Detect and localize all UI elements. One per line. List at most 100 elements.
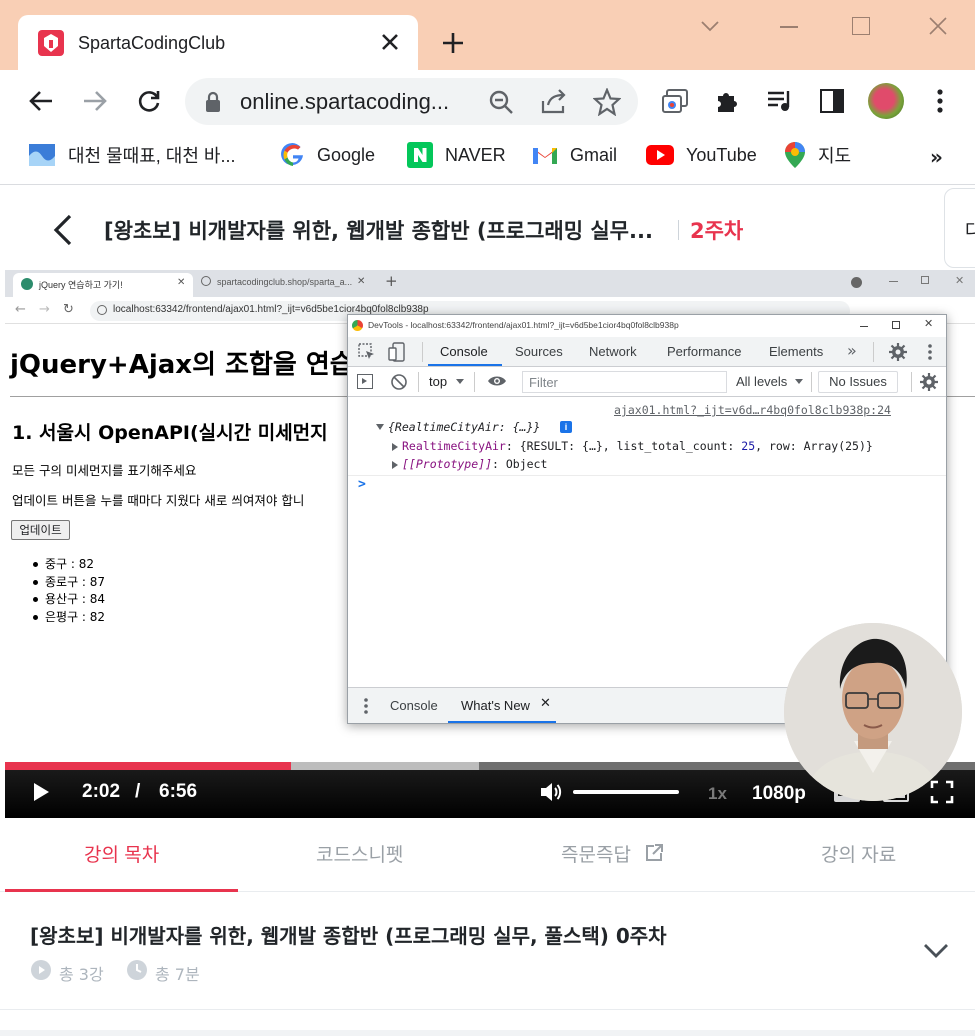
drawer-tab-console[interactable]: Console xyxy=(390,698,438,713)
bookmark-gmail[interactable]: Gmail xyxy=(532,142,617,168)
tab-code-snippets[interactable]: 코드스니펫 xyxy=(316,840,403,867)
levels-dropdown-icon[interactable] xyxy=(795,379,803,384)
devtools-tab-console[interactable]: Console xyxy=(440,344,488,359)
playback-speed[interactable]: 1x xyxy=(708,784,727,804)
maximize-icon[interactable] xyxy=(852,17,870,35)
inner-tab-search-icon[interactable] xyxy=(851,277,862,288)
inner-close-icon[interactable]: ✕ xyxy=(955,274,964,287)
share-icon[interactable] xyxy=(540,89,568,115)
expand-closed-icon[interactable] xyxy=(392,461,398,469)
tab-materials[interactable]: 강의 자료 xyxy=(821,840,896,867)
tab-search-icon[interactable] xyxy=(700,18,720,34)
devtools-tab-sources[interactable]: Sources xyxy=(515,344,563,359)
issues-button[interactable]: No Issues xyxy=(818,371,898,393)
settings-gear-icon[interactable] xyxy=(889,343,907,361)
current-time: 2:02 xyxy=(82,781,121,802)
devtools-minimize-icon[interactable] xyxy=(860,326,868,327)
bullet xyxy=(33,562,38,567)
menu-icon[interactable] xyxy=(936,88,944,114)
inner-reload-icon[interactable]: ↻ xyxy=(63,302,74,317)
side-panel-icon[interactable] xyxy=(820,89,844,113)
log-entry-realtime[interactable]: RealtimeCityAir: {RESULT: {…}, list_tota… xyxy=(402,439,873,453)
external-link-icon[interactable] xyxy=(644,843,664,863)
inner-tab-close-icon[interactable]: ✕ xyxy=(177,277,185,288)
youtube-icon xyxy=(646,145,686,165)
filter-divider-3 xyxy=(811,372,812,392)
console-prompt[interactable]: > xyxy=(358,477,366,492)
inner-tab2-close-icon[interactable]: ✕ xyxy=(357,276,365,287)
quality-select[interactable]: 1080p xyxy=(752,783,806,805)
tab-lecture-toc[interactable]: 강의 목차 xyxy=(84,840,159,867)
lock-icon[interactable] xyxy=(204,91,222,113)
next-week-button[interactable]: 다 xyxy=(944,188,975,268)
sidebar-toggle-icon[interactable] xyxy=(357,374,373,389)
week-accordion[interactable] xyxy=(0,892,975,1010)
volume-icon[interactable] xyxy=(539,780,563,804)
devtools-menu-icon[interactable] xyxy=(927,343,933,361)
play-icon[interactable] xyxy=(32,782,50,802)
media-control-icon[interactable] xyxy=(766,89,794,113)
more-tabs-icon[interactable]: » xyxy=(847,341,857,360)
list-item: 종로구 : 87 xyxy=(45,575,106,589)
expand-open-icon[interactable] xyxy=(376,424,384,430)
log-levels-select[interactable]: All levels xyxy=(736,374,787,389)
drawer-tab-whats-new[interactable]: What's New xyxy=(461,698,530,713)
fullscreen-icon[interactable] xyxy=(930,780,954,804)
inspect-element-icon[interactable] xyxy=(358,343,376,361)
console-filter-bar: top Filter All levels No Issues xyxy=(348,367,946,397)
window-close-icon[interactable] xyxy=(928,16,948,36)
bookmark-star-icon[interactable] xyxy=(593,88,621,116)
filter-input[interactable]: Filter xyxy=(522,371,727,393)
device-toolbar-icon[interactable] xyxy=(388,342,406,362)
inner-tab[interactable]: jQuery 연습하고 가기! ✕ xyxy=(13,273,193,297)
bookmark-google[interactable]: Google xyxy=(281,142,375,168)
bookmarks-overflow-icon[interactable]: » xyxy=(930,145,943,169)
week-title[interactable]: [왕초보] 비개발자를 위한, 웹개발 종합반 (프로그래밍 실무, 풀스택) … xyxy=(30,920,667,949)
inner-maximize-icon[interactable] xyxy=(921,276,929,284)
tab-qna[interactable]: 즉문즉답 xyxy=(561,840,631,867)
back-icon[interactable] xyxy=(28,89,54,113)
new-tab-icon[interactable] xyxy=(441,31,465,55)
minimize-icon[interactable] xyxy=(780,26,798,28)
devtools-tab-performance[interactable]: Performance xyxy=(667,344,741,359)
profile-avatar[interactable] xyxy=(868,83,904,119)
devtools-tab-network[interactable]: Network xyxy=(589,344,637,359)
expand-closed-icon[interactable] xyxy=(392,443,398,451)
devtools-tab-elements[interactable]: Elements xyxy=(769,344,823,359)
devtools-maximize-icon[interactable] xyxy=(892,321,900,329)
time-separator: / xyxy=(135,781,141,802)
eye-icon[interactable] xyxy=(487,374,507,388)
context-select[interactable]: top xyxy=(429,374,447,389)
bookmark-item[interactable]: 대천 물때표, 대천 바... xyxy=(28,142,236,168)
log-root[interactable]: {RealtimeCityAir: {…}} xyxy=(388,420,540,434)
clear-console-icon[interactable] xyxy=(390,373,408,391)
inner-minimize-icon[interactable] xyxy=(889,281,898,282)
inner-back-icon[interactable]: ← xyxy=(15,302,26,317)
duration: 6:56 xyxy=(159,781,198,802)
url-text[interactable]: online.spartacoding... xyxy=(240,89,449,115)
inner-new-tab-icon[interactable]: + xyxy=(385,272,398,290)
close-tab-icon[interactable] xyxy=(380,32,400,52)
bookmark-youtube[interactable]: YouTube xyxy=(646,142,757,168)
source-link[interactable]: ajax01.html?_ijt=v6d…r4bq0fol8clb938p:24 xyxy=(614,403,891,417)
console-settings-icon[interactable] xyxy=(920,373,938,391)
bookmark-maps[interactable]: 지도 xyxy=(784,142,851,168)
update-button[interactable]: 업데이트 xyxy=(11,520,70,540)
context-dropdown-icon[interactable] xyxy=(456,379,464,384)
extensions-icon[interactable] xyxy=(714,88,740,114)
cast-icon[interactable] xyxy=(661,88,689,116)
bookmark-naver[interactable]: NAVER xyxy=(407,142,506,168)
reload-icon[interactable] xyxy=(136,88,162,114)
volume-slider[interactable] xyxy=(573,790,679,794)
inner-forward-icon[interactable]: → xyxy=(39,302,50,317)
drawer-tab-close-icon[interactable]: ✕ xyxy=(540,696,551,711)
log-entry-prototype[interactable]: [[Prototype]]: Object xyxy=(402,457,547,471)
forward-icon[interactable] xyxy=(82,89,108,113)
devtools-close-icon[interactable]: ✕ xyxy=(924,317,933,330)
drawer-menu-icon[interactable] xyxy=(363,697,369,715)
chevron-down-icon[interactable] xyxy=(923,942,949,960)
tabs-divider xyxy=(422,342,423,362)
back-chevron-icon[interactable] xyxy=(52,214,74,246)
zoom-icon[interactable] xyxy=(488,89,514,115)
info-icon[interactable]: i xyxy=(560,421,572,433)
